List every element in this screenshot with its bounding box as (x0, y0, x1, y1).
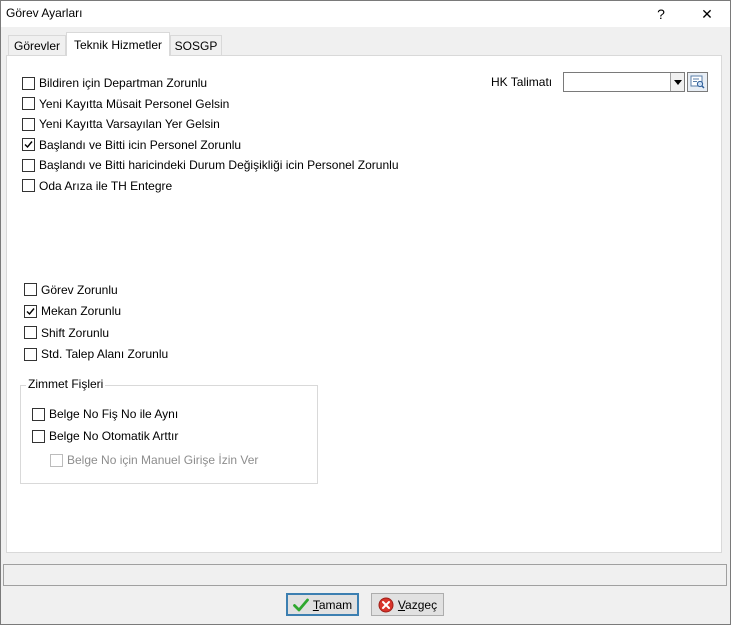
hk-talimati-combobox[interactable] (563, 72, 685, 92)
option-label: Oda Arıza ile TH Entegre (39, 178, 173, 193)
checkbox[interactable] (32, 429, 45, 443)
cancel-button[interactable]: Vazgeç (371, 593, 444, 616)
checkbox[interactable] (22, 179, 35, 193)
title-bar (1, 1, 730, 27)
option-label: Belge No için Manuel Girişe İzin Ver (67, 453, 259, 467)
hk-talimati-value (564, 75, 567, 89)
checkbox[interactable] (24, 283, 37, 297)
hk-talimati-label: HK Talimatı (491, 75, 553, 89)
cancel-icon (378, 597, 394, 612)
option-belge-no-manuel-giris: Belge No için Manuel Girişe İzin Ver (32, 447, 258, 473)
checkmark-icon (26, 307, 35, 315)
option-gorev-zorunlu[interactable]: Görev Zorunlu (24, 279, 168, 301)
checkbox[interactable] (22, 117, 35, 131)
option-oda-ariza-entegre[interactable]: Oda Arıza ile TH Entegre (22, 176, 399, 197)
options-list: Bildiren için Departman Zorunlu Yeni Kay… (22, 73, 399, 196)
checkbox-checked[interactable] (22, 138, 35, 152)
option-label: Belge No Fiş No ile Aynı (49, 407, 179, 421)
option-varsayilan-yer[interactable]: Yeni Kayıtta Varsayılan Yer Gelsin (22, 114, 399, 135)
close-icon: ✕ (701, 5, 713, 22)
checkbox[interactable] (32, 407, 45, 421)
option-mekan-zorunlu[interactable]: Mekan Zorunlu (24, 301, 168, 323)
cancel-label: Vazgeç (397, 597, 438, 612)
option-label: Mekan Zorunlu (41, 304, 122, 319)
checkbox[interactable] (22, 158, 35, 172)
status-bar (3, 564, 727, 586)
checkbox-checked[interactable] (24, 304, 37, 318)
option-label: Belge No Otomatik Arttır (49, 429, 179, 443)
option-belge-no-fis-no-ayni[interactable]: Belge No Fiş No ile Aynı (32, 403, 258, 425)
option-label: Başlandı ve Bitti icin Personel Zorunlu (39, 137, 242, 152)
chevron-down-icon (673, 79, 682, 85)
checkmark-icon (24, 141, 33, 149)
check-icon (292, 598, 309, 611)
zimmet-fisleri-title: Zimmet Fişleri (26, 377, 106, 391)
hk-talimati-lookup-button[interactable] (687, 72, 708, 92)
checkbox[interactable] (24, 347, 37, 361)
option-label: Bildiren için Departman Zorunlu (39, 76, 208, 91)
checkbox[interactable] (24, 326, 37, 340)
option-belge-no-otomatik-arttir[interactable]: Belge No Otomatik Arttır (32, 425, 258, 447)
option-std-talep-alani-zorunlu[interactable]: Std. Talep Alanı Zorunlu (24, 344, 168, 366)
option-shift-zorunlu[interactable]: Shift Zorunlu (24, 322, 168, 344)
option-label: Yeni Kayıtta Varsayılan Yer Gelsin (39, 117, 220, 132)
option-label: Std. Talep Alanı Zorunlu (41, 347, 169, 362)
window-title: Görev Ayarları (6, 6, 83, 20)
option-musait-personel[interactable]: Yeni Kayıtta Müsait Personel Gelsin (22, 94, 399, 115)
ok-button[interactable]: Tamam (286, 593, 359, 616)
tab-gorevler[interactable]: Görevler (8, 35, 66, 55)
option-label: Yeni Kayıtta Müsait Personel Gelsin (39, 96, 230, 111)
option-label: Shift Zorunlu (41, 325, 110, 340)
help-button[interactable]: ? (639, 1, 683, 27)
option-label: Görev Zorunlu (41, 282, 118, 297)
tab-teknik-hizmetler[interactable]: Teknik Hizmetler (66, 32, 170, 56)
required-options-list: Görev Zorunlu Mekan Zorunlu Shift Zorunl… (24, 279, 168, 365)
ok-label: Tamam (312, 597, 353, 612)
option-departman-zorunlu[interactable]: Bildiren için Departman Zorunlu (22, 73, 399, 94)
zimmet-options-list: Belge No Fiş No ile Aynı Belge No Otomat… (32, 403, 258, 473)
tab-sosgp[interactable]: SOSGP (170, 35, 222, 55)
checkbox[interactable] (22, 76, 35, 90)
lookup-icon (690, 75, 705, 89)
close-button[interactable]: ✕ (685, 1, 729, 27)
option-label: Başlandı ve Bitti haricindeki Durum Deği… (39, 158, 399, 173)
option-baslandi-bitti-personel[interactable]: Başlandı ve Bitti icin Personel Zorunlu (22, 135, 399, 156)
option-durum-degisikligi-personel[interactable]: Başlandı ve Bitti haricindeki Durum Deği… (22, 155, 399, 176)
checkbox[interactable] (22, 97, 35, 111)
checkbox-disabled (50, 453, 63, 467)
hk-talimati-dropdown[interactable] (670, 73, 684, 91)
